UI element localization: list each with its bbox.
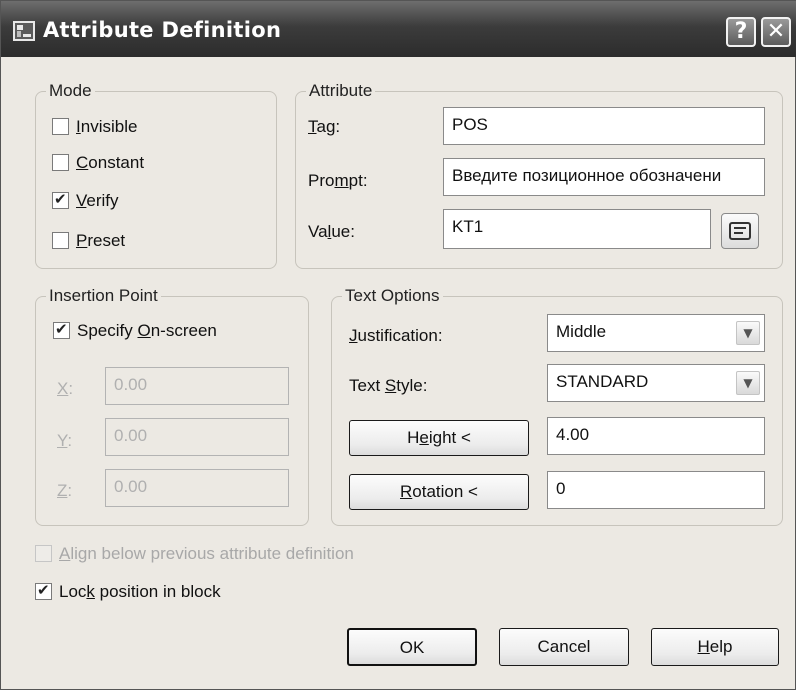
dialog-title: Attribute Definition (43, 18, 282, 42)
prompt-input[interactable]: Введите позиционное обозначени (443, 158, 765, 196)
insert-field-button[interactable] (721, 213, 759, 249)
value-label: Value: (308, 222, 355, 241)
insertion-point-legend: Insertion Point (46, 286, 161, 306)
mode-legend: Mode (46, 81, 95, 101)
tag-input[interactable]: POS (443, 107, 765, 145)
justification-select[interactable]: Middle ▼ (547, 314, 765, 352)
attribute-definition-dialog: Attribute Definition ? ✕ Mode ✔ Invisibl… (0, 0, 796, 690)
specify-on-screen-label: Specify On-screen (77, 321, 217, 340)
checkbox-box[interactable]: ✔ (52, 154, 69, 171)
invisible-label: Invisible (76, 117, 138, 136)
tag-label: Tag: (308, 117, 341, 136)
close-button[interactable]: ✕ (761, 17, 791, 47)
prompt-label: Prompt: (308, 171, 368, 190)
align-below-label: Align below previous attribute definitio… (59, 544, 354, 563)
checkbox-box[interactable]: ✔ (52, 232, 69, 249)
x-input[interactable]: 0.00 (105, 367, 289, 405)
value-input[interactable]: KT1 (443, 209, 711, 249)
check-icon: ✔ (37, 581, 50, 599)
text-style-value: STANDARD (556, 372, 649, 391)
lock-position-label: Lock position in block (59, 582, 221, 601)
help-title-button[interactable]: ? (726, 17, 756, 47)
checkbox-box[interactable]: ✔ (35, 581, 52, 600)
mode-group: Mode ✔ Invisible ✔ Constant ✔ Verify ✔ P… (35, 81, 277, 269)
text-style-select[interactable]: STANDARD ▼ (547, 364, 765, 402)
chevron-down-icon[interactable]: ▼ (736, 371, 760, 395)
x-label: X: (57, 379, 74, 398)
attribute-legend: Attribute (306, 81, 376, 101)
chevron-down-icon[interactable]: ▼ (736, 321, 760, 345)
attribute-definition-icon (13, 21, 35, 41)
check-icon: ✔ (55, 320, 68, 338)
checkbox-box[interactable]: ✔ (53, 320, 70, 339)
ok-button[interactable]: OK (347, 628, 477, 666)
rotation-input[interactable]: 0 (547, 471, 765, 509)
z-label: Z: (57, 481, 73, 500)
justification-label: Justification: (349, 326, 443, 345)
rotation-button[interactable]: Rotation < (349, 474, 529, 510)
check-icon: ✔ (54, 190, 67, 208)
z-input[interactable]: 0.00 (105, 469, 289, 507)
cancel-button[interactable]: Cancel (499, 628, 629, 666)
text-style-label: Text Style: (349, 376, 428, 395)
insert-field-icon (729, 222, 751, 240)
checkbox-box[interactable]: ✔ (52, 118, 69, 135)
checkbox-box[interactable]: ✔ (35, 545, 52, 562)
text-options-legend: Text Options (342, 286, 443, 306)
checkbox-box[interactable]: ✔ (52, 190, 69, 209)
preset-label: Preset (76, 231, 126, 250)
justification-value: Middle (556, 322, 607, 341)
verify-label: Verify (76, 191, 119, 210)
y-input[interactable]: 0.00 (105, 418, 289, 456)
help-button[interactable]: Help (651, 628, 779, 666)
height-button[interactable]: Height < (349, 420, 529, 456)
y-label: Y: (57, 431, 73, 450)
height-input[interactable]: 4.00 (547, 417, 765, 455)
title-bar: Attribute Definition ? ✕ (1, 1, 796, 57)
constant-label: Constant (76, 153, 145, 172)
